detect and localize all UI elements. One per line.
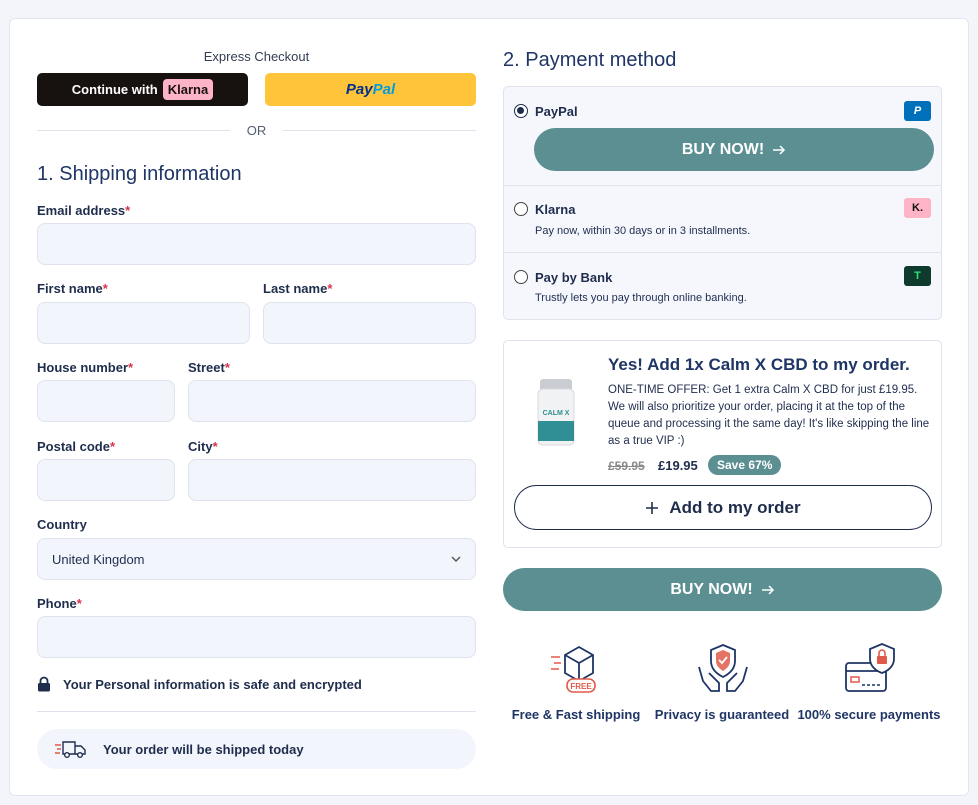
email-input[interactable] xyxy=(37,223,476,265)
last-name-input[interactable] xyxy=(263,302,476,344)
payment-options: PayPal P BUY NOW! Klarna Pay now, within… xyxy=(503,86,942,320)
klarna-express-button[interactable]: Continue with Klarna xyxy=(37,73,248,106)
city-input[interactable] xyxy=(188,459,476,501)
email-label: Email address* xyxy=(37,203,131,218)
secure-note: Your Personal information is safe and en… xyxy=(37,676,362,692)
arrow-right-icon xyxy=(761,584,774,595)
upsell-text: ONE-TIME OFFER: Get 1 extra Calm X CBD f… xyxy=(608,384,930,447)
first-name-input[interactable] xyxy=(37,302,250,344)
upsell-save-badge: Save 67% xyxy=(708,455,782,475)
paypal-logo-pay: Pay xyxy=(345,81,373,98)
express-checkout-title: Express Checkout xyxy=(203,49,310,64)
upsell-old-price: £59.95 xyxy=(608,459,645,473)
street-label: Street* xyxy=(188,360,230,375)
secure-note-text: Your Personal information is safe and en… xyxy=(63,676,362,692)
payment-heading: 2. Payment method xyxy=(503,49,677,71)
paypal-buy-now-label: BUY NOW! xyxy=(681,140,765,158)
country-value: United Kingdom xyxy=(52,551,145,567)
add-to-order-button[interactable]: Add to my order xyxy=(514,485,932,530)
paypal-buy-now-button[interactable]: BUY NOW! xyxy=(534,128,934,171)
last-name-label: Last name* xyxy=(263,281,333,296)
payment-option-klarna[interactable]: Klarna Pay now, within 30 days or in 3 i… xyxy=(504,186,941,252)
klarna-logo: Klarna xyxy=(162,79,214,100)
bank-radio[interactable] xyxy=(514,270,528,284)
plus-icon xyxy=(646,501,659,514)
klarna-button-label: Continue with xyxy=(71,82,158,97)
shield-hands-icon xyxy=(698,644,748,692)
bank-option-desc: Trustly lets you pay through online bank… xyxy=(535,292,747,304)
paypal-badge-icon: P xyxy=(904,101,931,121)
shipping-heading: 1. Shipping information xyxy=(37,163,242,185)
secure-card-icon xyxy=(845,643,895,692)
arrow-right-icon xyxy=(773,144,786,155)
country-select[interactable]: United Kingdom xyxy=(37,538,476,580)
country-label: Country xyxy=(37,517,87,532)
free-shipping-box-icon: FREE xyxy=(551,645,596,693)
house-number-input[interactable] xyxy=(37,380,175,422)
trust-privacy-label: Privacy is guaranteed xyxy=(654,707,790,722)
house-number-label: House number* xyxy=(37,360,134,375)
chevron-down-icon xyxy=(451,556,461,562)
trustly-badge-icon: T xyxy=(904,266,931,286)
lock-icon xyxy=(38,676,50,692)
buy-now-button[interactable]: BUY NOW! xyxy=(503,568,942,611)
product-jar-icon: CALM X xyxy=(537,379,575,446)
upsell-new-price: £19.95 xyxy=(658,458,698,473)
postal-code-label: Postal code* xyxy=(37,439,116,454)
phone-label: Phone* xyxy=(37,596,82,611)
upsell-card: CALM X Yes! Add 1x Calm X CBD to my orde… xyxy=(503,340,942,548)
trust-free-shipping-label: Free & Fast shipping xyxy=(511,707,641,722)
city-label: City* xyxy=(188,439,218,454)
trust-secure-payments-label: 100% secure payments xyxy=(797,707,941,722)
bank-option-name: Pay by Bank xyxy=(535,270,613,285)
paypal-express-button[interactable]: Pay Pal xyxy=(265,73,476,106)
upsell-title: Yes! Add 1x Calm X CBD to my order. xyxy=(608,355,910,374)
add-to-order-label: Add to my order xyxy=(669,497,801,517)
section-divider xyxy=(37,711,476,712)
svg-text:FREE: FREE xyxy=(570,682,592,691)
buy-now-label: BUY NOW! xyxy=(670,580,753,598)
street-input[interactable] xyxy=(188,380,476,422)
paypal-option-name: PayPal xyxy=(535,104,578,119)
klarna-badge-icon: K. xyxy=(904,198,931,218)
paypal-logo-pal: Pal xyxy=(372,81,396,98)
klarna-radio[interactable] xyxy=(514,202,528,216)
checkout-card: Express Checkout Continue with Klarna Pa… xyxy=(9,18,969,796)
first-name-label: First name* xyxy=(37,281,108,296)
postal-code-input[interactable] xyxy=(37,459,175,501)
payment-option-paypal[interactable]: PayPal P BUY NOW! xyxy=(504,87,941,185)
shipping-today-text: Your order will be shipped today xyxy=(103,741,304,757)
or-divider: OR xyxy=(37,122,476,138)
shipping-today-banner: Your order will be shipped today xyxy=(37,729,476,769)
delivery-truck-icon xyxy=(55,741,86,758)
paypal-radio[interactable] xyxy=(514,104,528,118)
payment-option-bank[interactable]: Pay by Bank Trustly lets you pay through… xyxy=(504,253,941,319)
or-line-right xyxy=(283,130,476,131)
phone-input[interactable] xyxy=(37,616,476,658)
klarna-option-name: Klarna xyxy=(535,202,576,217)
product-label-text: CALM X xyxy=(543,410,570,417)
klarna-option-desc: Pay now, within 30 days or in 3 installm… xyxy=(535,225,751,237)
